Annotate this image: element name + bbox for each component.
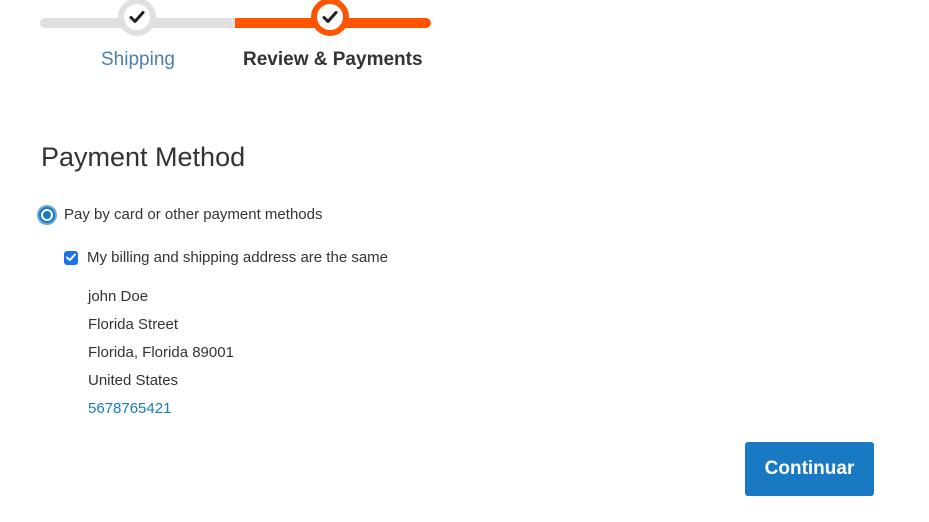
step-review-marker xyxy=(311,0,349,36)
address-phone-link[interactable]: 5678765421 xyxy=(88,400,171,417)
checkmark-icon xyxy=(129,11,145,23)
payment-method-radio[interactable] xyxy=(39,206,55,223)
billing-same-option[interactable]: My billing and shipping address are the … xyxy=(64,249,388,266)
continue-button[interactable]: Continuar xyxy=(745,442,874,496)
payment-method-label[interactable]: Pay by card or other payment methods xyxy=(64,206,322,223)
checkmark-icon xyxy=(322,11,338,23)
billing-same-label[interactable]: My billing and shipping address are the … xyxy=(87,249,388,266)
step-shipping-marker xyxy=(118,0,156,36)
address-city: Florida, Florida 89001 xyxy=(88,344,234,361)
billing-same-checkbox[interactable] xyxy=(64,250,78,265)
address-name: john Doe xyxy=(88,288,149,305)
checkmark-icon xyxy=(66,253,76,262)
step-review-label: Review & Payments xyxy=(243,49,423,70)
page-title: Payment Method xyxy=(41,142,246,172)
checkout-page: Shipping Review & Payments Payment Metho… xyxy=(0,0,929,522)
address-country: United States xyxy=(88,372,179,389)
address-street: Florida Street xyxy=(88,316,179,333)
step-shipping-link[interactable]: Shipping xyxy=(101,49,175,71)
billing-address: john Doe Florida Street Florida, Florida… xyxy=(88,283,234,423)
payment-option[interactable]: Pay by card or other payment methods xyxy=(39,206,322,223)
